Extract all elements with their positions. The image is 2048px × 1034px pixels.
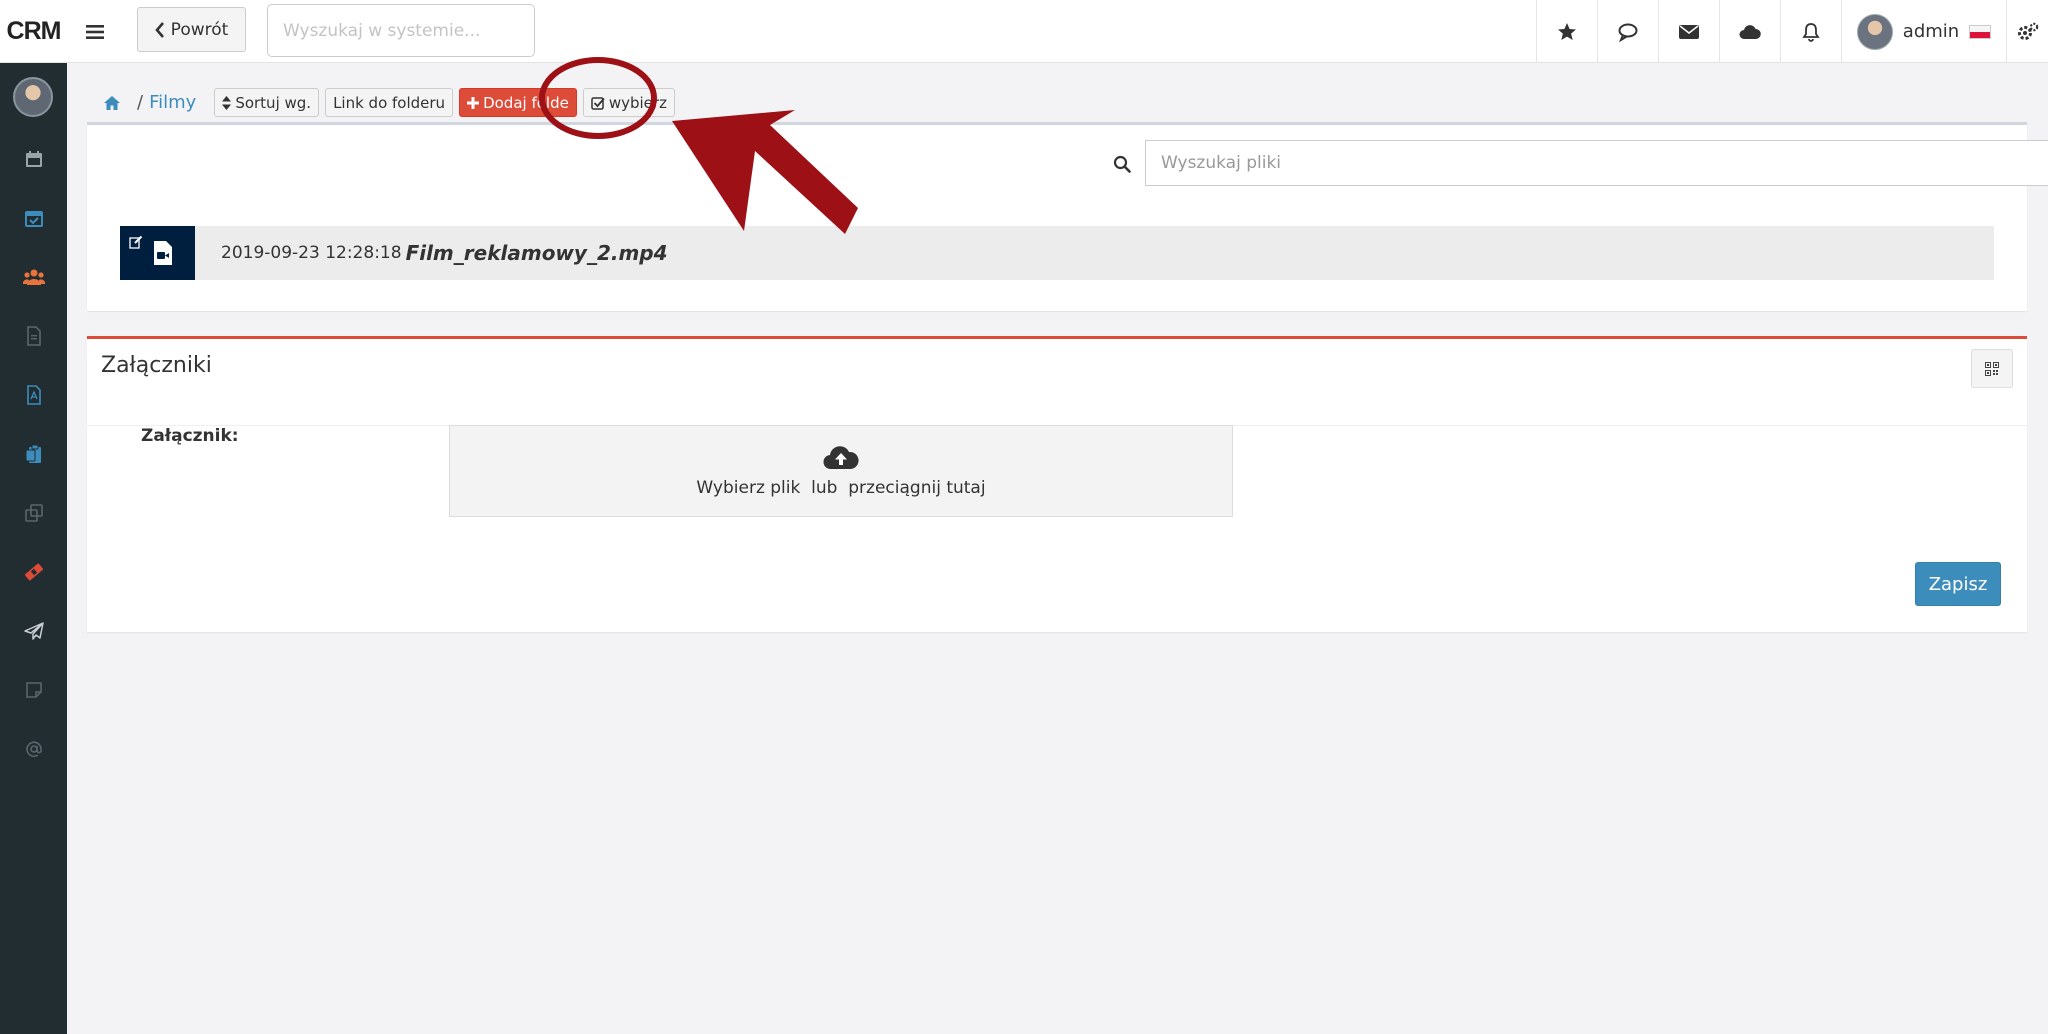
envelope-icon[interactable]	[1658, 0, 1719, 63]
breadcrumb-folder-link[interactable]: Filmy	[149, 92, 196, 113]
qr-code-icon	[1985, 361, 1999, 376]
select-button-label: wybierz	[608, 93, 667, 112]
sort-button[interactable]: Sortuj wg.	[214, 88, 320, 117]
app-logo[interactable]: CRM	[0, 0, 67, 63]
menu-toggle-icon[interactable]	[67, 0, 123, 63]
file-pdf-icon[interactable]	[0, 375, 67, 415]
add-folder-button[interactable]: Dodaj folde	[459, 88, 577, 117]
file-list-item[interactable]: 2019-09-23 12:28:18 Film_reklamowy_2.mp4	[120, 226, 1994, 280]
file-datetime: 2019-09-23 12:28:18	[221, 243, 402, 263]
check-square-icon	[591, 96, 605, 110]
global-search-input[interactable]	[267, 4, 535, 57]
sort-button-label: Sortuj wg.	[235, 93, 312, 112]
cloud-upload-icon	[823, 446, 859, 470]
user-name: admin	[1902, 21, 1960, 42]
back-button-label: Powrót	[170, 19, 229, 40]
star-icon[interactable]	[1536, 0, 1597, 63]
calendar-icon[interactable]	[0, 139, 67, 179]
files-panel: 2019-09-23 12:28:18 Film_reklamowy_2.mp4	[87, 122, 2048, 311]
users-icon[interactable]	[0, 257, 67, 297]
chevron-left-icon	[154, 21, 164, 38]
home-icon[interactable]	[103, 93, 123, 113]
sidebar-avatar[interactable]	[13, 77, 53, 117]
breadcrumb-separator: /	[137, 92, 144, 113]
attachments-title: Załączniki	[101, 353, 212, 378]
search-icon	[1113, 155, 1131, 177]
attachment-field-label: Załącznik:	[141, 426, 239, 446]
file-video-icon	[154, 241, 172, 265]
edit-icon[interactable]	[129, 235, 143, 249]
dropzone-text: Wybierz plik lub przeciągnij tutaj	[696, 478, 986, 498]
poland-flag-icon	[1969, 24, 1992, 39]
note-icon[interactable]	[0, 670, 67, 710]
select-button[interactable]: wybierz	[582, 88, 675, 117]
cogs-icon[interactable]	[2006, 0, 2048, 63]
file-name[interactable]: Film_reklamowy_2.mp4	[406, 241, 668, 265]
top-icons-bar: admin	[1536, 0, 2048, 63]
at-icon[interactable]	[0, 729, 67, 769]
avatar	[1856, 13, 1893, 50]
plus-icon	[467, 96, 480, 109]
save-button[interactable]: Zapisz	[1915, 562, 2001, 606]
file-dropzone[interactable]: Wybierz plik lub przeciągnij tutaj	[449, 425, 1233, 517]
add-folder-button-label: Dodaj folde	[483, 93, 569, 112]
paper-plane-icon[interactable]	[0, 611, 67, 651]
user-menu[interactable]: admin	[1841, 0, 2006, 63]
clipboard-icon[interactable]	[0, 434, 67, 474]
folder-link-button[interactable]: Link do folderu	[325, 88, 454, 117]
sidebar	[0, 63, 67, 1034]
clone-icon[interactable]	[0, 493, 67, 533]
file-thumbnail	[120, 226, 195, 280]
ticket-icon[interactable]	[0, 552, 67, 592]
comments-icon[interactable]	[1597, 0, 1658, 63]
bell-icon[interactable]	[1780, 0, 1841, 63]
sort-icon	[222, 95, 232, 110]
file-search-input[interactable]	[1145, 140, 2048, 186]
calendar-check-icon[interactable]	[0, 198, 67, 238]
back-button[interactable]: Powrót	[137, 7, 246, 52]
folder-link-button-label: Link do folderu	[333, 93, 446, 112]
breadcrumb: / Filmy Sortuj wg. Link do folderu Dodaj…	[103, 88, 675, 117]
attachments-panel: Załączniki Załącznik: Wybierz plik lub p…	[87, 336, 2027, 632]
top-navbar: CRM Powrót admin	[0, 0, 2048, 63]
file-icon[interactable]	[0, 316, 67, 356]
cloud-icon[interactable]	[1719, 0, 1780, 63]
file-info: 2019-09-23 12:28:18 Film_reklamowy_2.mp4	[221, 226, 668, 280]
qr-code-button[interactable]	[1971, 349, 2013, 388]
